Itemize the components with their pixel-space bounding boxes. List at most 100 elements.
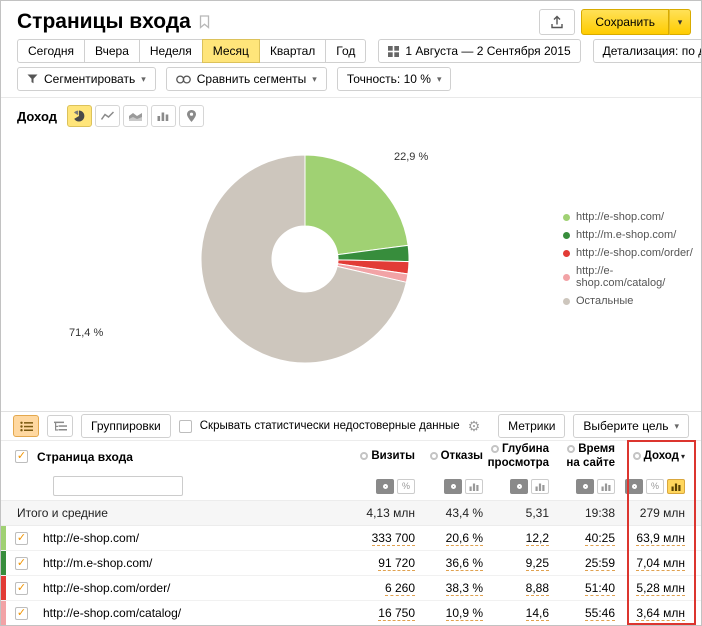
column-depth[interactable]: Глубина просмотра [487,443,553,469]
bar-chart-type-button[interactable] [151,105,176,127]
time-bars-toggle[interactable] [597,479,615,494]
depth-donut-toggle[interactable] [510,479,528,494]
totals-revenue: 279 млн [619,506,689,520]
tree-list-icon [54,421,67,432]
area-chart-type-button[interactable] [123,105,148,127]
chevron-down-icon: ▾ [141,75,146,84]
chart-controls: Доход [17,105,204,127]
cell-bounces[interactable]: 36,6 % [446,556,483,571]
goal-select-dropdown[interactable]: Выберите цель ▾ [573,414,689,438]
column-visits[interactable]: Визиты [347,450,419,463]
cell-visits[interactable]: 91 720 [378,556,415,571]
map-chart-type-button[interactable] [179,105,204,127]
save-button[interactable]: Сохранить [581,9,669,35]
metrics-button[interactable]: Метрики [498,414,565,438]
bookmark-icon[interactable] [199,15,210,29]
entry-page-filter-input[interactable] [53,476,183,496]
chevron-down-icon: ▾ [674,422,679,431]
cell-revenue[interactable]: 63,9 млн [636,531,685,546]
groupings-button[interactable]: Группировки [81,414,171,438]
row-checkbox[interactable]: ✓ [15,557,28,570]
time-donut-toggle[interactable] [576,479,594,494]
period-controls: Сегодня Вчера Неделя Месяц Квартал Год 1… [17,39,702,63]
revenue-percent-toggle[interactable]: % [646,479,664,494]
bounces-donut-toggle[interactable] [444,479,462,494]
column-time-on-site[interactable]: Время на сайте [553,443,619,469]
cell-visits[interactable]: 16 750 [378,606,415,621]
legend-dot [563,232,570,239]
row-color-strip [1,576,6,600]
revenue-donut-toggle[interactable] [625,479,643,494]
row-color-strip [1,526,6,550]
legend-item[interactable]: http://e-shop.com/ [563,211,701,223]
row-url[interactable]: http://m.e-shop.com/ [43,556,152,570]
flat-list-view-button[interactable] [13,415,39,437]
donut-toggle-icon [451,484,456,489]
cell-visits[interactable]: 333 700 [372,531,415,546]
totals-depth: 5,31 [487,506,553,520]
date-range-button[interactable]: 1 Августа — 2 Сентября 2015 [378,39,580,63]
legend-item[interactable]: http://e-shop.com/catalog/ [563,265,701,289]
cell-depth[interactable]: 8,88 [526,581,549,596]
metric-donut-icon [567,445,575,453]
cell-time[interactable]: 55:46 [585,606,615,621]
accuracy-dropdown[interactable]: Точность: 10 % ▾ [337,67,452,91]
cell-visits[interactable]: 6 260 [385,581,415,596]
cell-bounces[interactable]: 10,9 % [446,606,483,621]
export-icon [550,15,564,29]
select-all-checkbox[interactable]: ✓ [15,450,28,463]
table-row: ✓ http://e-shop.com/ 333 700 20,6 % 12,2… [1,526,701,551]
pie-segment[interactable] [305,155,408,255]
tab-yesterday[interactable]: Вчера [84,39,140,63]
cell-revenue[interactable]: 5,28 млн [636,581,685,596]
legend-item[interactable]: http://m.e-shop.com/ [563,229,701,241]
tab-year[interactable]: Год [325,39,366,63]
tab-week[interactable]: Неделя [139,39,203,63]
table-row: ✓ http://m.e-shop.com/ 91 720 36,6 % 9,2… [1,551,701,576]
divider [1,97,701,98]
pie-chart-type-button[interactable] [67,105,92,127]
row-checkbox[interactable]: ✓ [15,582,28,595]
cell-depth[interactable]: 14,6 [526,606,549,621]
legend-item[interactable]: http://e-shop.com/order/ [563,247,701,259]
compare-segments-button[interactable]: Сравнить сегменты ▾ [166,67,327,91]
cell-depth[interactable]: 12,2 [526,531,549,546]
visits-donut-toggle[interactable] [376,479,394,494]
row-url[interactable]: http://e-shop.com/catalog/ [43,606,181,620]
save-dropdown-button[interactable]: ▾ [669,9,691,35]
cell-time[interactable]: 25:59 [585,556,615,571]
row-checkbox[interactable]: ✓ [15,607,28,620]
bar-chart-icon [157,111,169,121]
cell-bounces[interactable]: 38,3 % [446,581,483,596]
hide-unreliable-checkbox[interactable] [179,420,192,433]
depth-bars-toggle[interactable] [531,479,549,494]
column-revenue-sorted[interactable]: Доход▾ [619,450,689,463]
row-url[interactable]: http://e-shop.com/order/ [43,581,170,595]
revenue-bars-toggle[interactable] [667,479,685,494]
column-entry-page[interactable]: Страница входа [37,450,347,464]
bounces-bars-toggle[interactable] [465,479,483,494]
tab-month[interactable]: Месяц [202,39,260,63]
tab-today[interactable]: Сегодня [17,39,85,63]
tree-view-button[interactable] [47,415,73,437]
cell-bounces[interactable]: 20,6 % [446,531,483,546]
visits-percent-toggle[interactable]: % [397,479,415,494]
line-chart-type-button[interactable] [95,105,120,127]
export-button[interactable] [539,9,575,35]
map-pin-icon [187,110,196,122]
row-url[interactable]: http://e-shop.com/ [43,531,139,545]
detail-dropdown[interactable]: Детализация: по дням ▾ [593,39,702,63]
row-checkbox[interactable]: ✓ [15,532,28,545]
gear-icon[interactable]: ⚙ [468,419,481,433]
tab-quarter[interactable]: Квартал [259,39,326,63]
legend-item[interactable]: Остальные [563,295,701,307]
row-color-strip [1,551,6,575]
segment-button[interactable]: Сегментировать ▾ [17,67,156,91]
cell-time[interactable]: 51:40 [585,581,615,596]
cell-time[interactable]: 40:25 [585,531,615,546]
metric-donut-icon [360,452,368,460]
cell-depth[interactable]: 9,25 [526,556,549,571]
cell-revenue[interactable]: 3,64 млн [636,606,685,621]
cell-revenue[interactable]: 7,04 млн [636,556,685,571]
column-bounces[interactable]: Отказы [419,450,487,463]
